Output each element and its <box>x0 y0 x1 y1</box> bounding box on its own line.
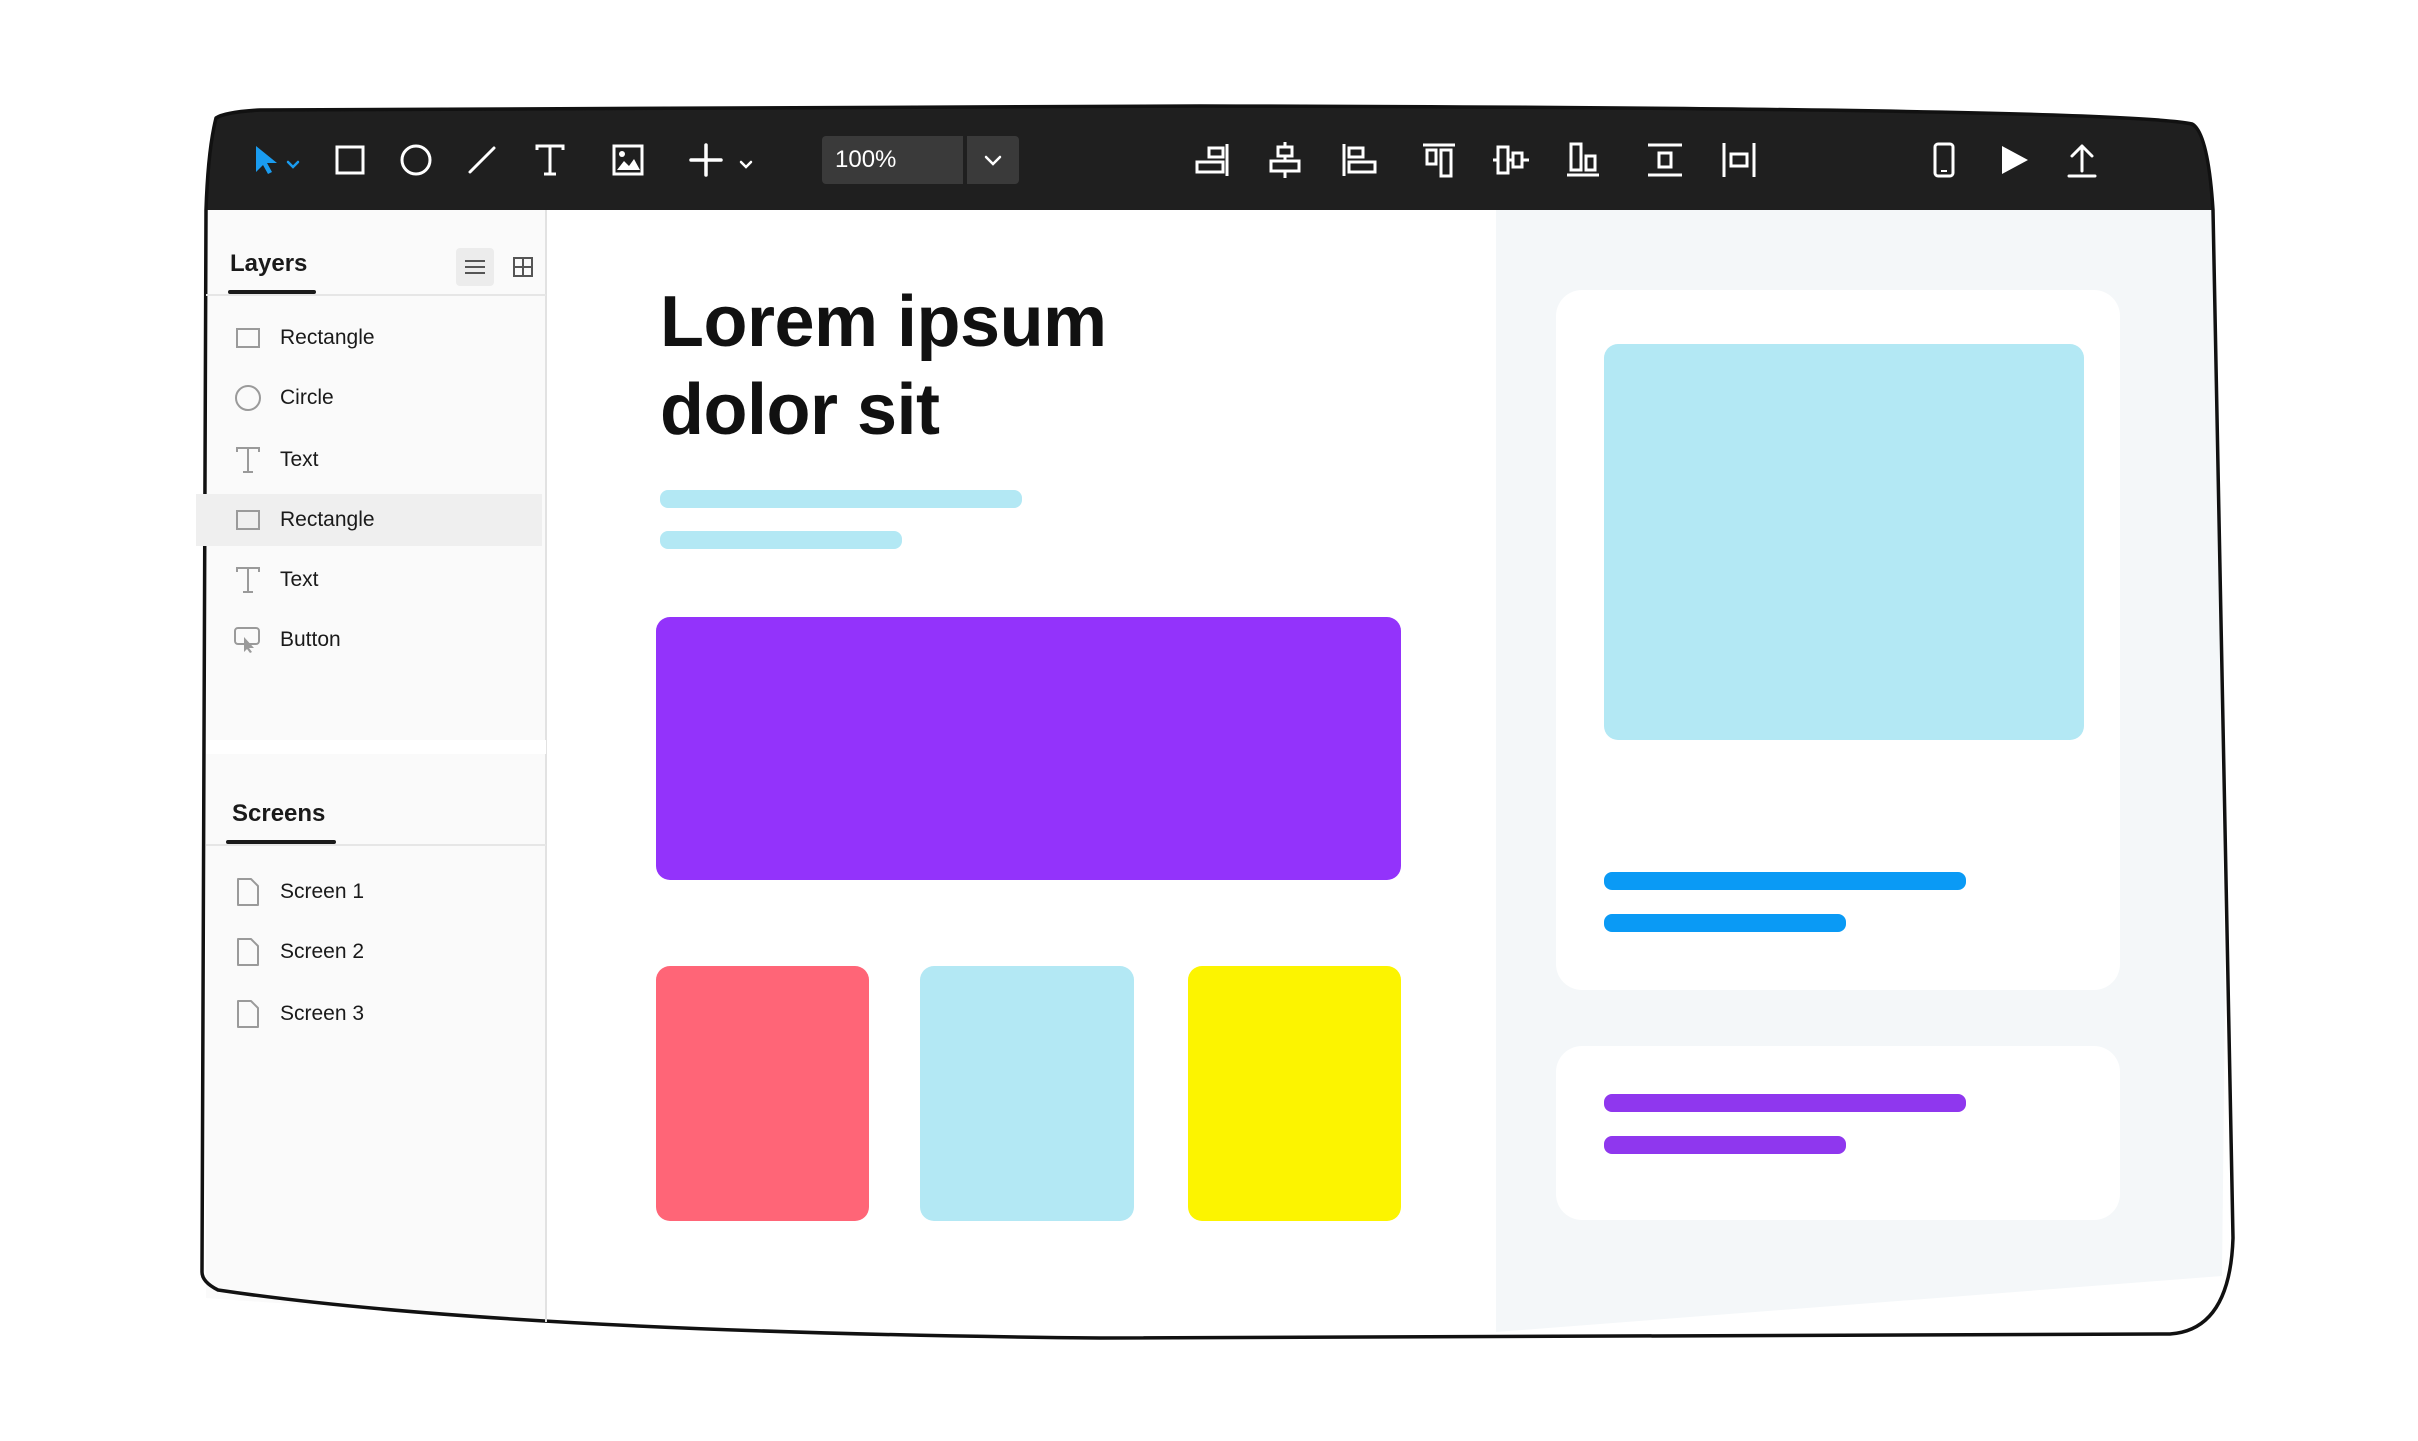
align-center-horizontal-button[interactable] <box>1262 132 1308 188</box>
align-top-icon <box>1423 143 1455 178</box>
chevron-down-icon <box>984 155 1002 166</box>
list-view-button[interactable] <box>456 248 494 286</box>
layer-label: Button <box>280 628 341 651</box>
square-icon <box>335 145 365 175</box>
mobile-preview-button[interactable] <box>1924 132 1964 188</box>
page-icon <box>232 936 264 968</box>
zoom-separator <box>963 136 967 184</box>
distribute-horizontal-button[interactable] <box>1716 132 1762 188</box>
layer-item-rectangle[interactable]: Rectangle <box>196 312 542 364</box>
yellow-card[interactable] <box>1188 966 1401 1221</box>
align-right-icon <box>1195 144 1229 176</box>
rectangle-tool-button[interactable] <box>328 132 372 188</box>
align-middle-vertical-icon <box>1493 145 1529 175</box>
upload-icon <box>2067 144 2097 178</box>
distribute-horizontal-icon <box>1722 143 1756 177</box>
layers-panel-title[interactable]: Layers <box>230 250 307 278</box>
preview-card-main[interactable] <box>1556 290 2120 990</box>
screens-divider <box>206 844 546 846</box>
align-center-horizontal-icon <box>1269 142 1301 178</box>
circle-icon <box>400 144 432 176</box>
align-left-icon <box>1342 144 1377 176</box>
screen-label: Screen 1 <box>280 880 365 903</box>
text-layer-icon <box>232 564 264 596</box>
align-bottom-icon <box>1567 142 1599 177</box>
text-t-icon <box>535 144 565 176</box>
layer-label: Text <box>280 568 319 591</box>
canvas-headline[interactable]: Lorem ipsum dolor sit <box>660 278 1107 454</box>
distribute-vertical-button[interactable] <box>1642 132 1688 188</box>
plus-icon <box>689 143 753 177</box>
coral-card[interactable] <box>656 966 869 1221</box>
mobile-preview-icon <box>1933 142 1955 178</box>
headline-line-1: Lorem ipsum <box>660 282 1107 362</box>
layer-label: Circle <box>280 386 334 409</box>
select-tool-button[interactable] <box>244 132 308 188</box>
preview-card-secondary[interactable] <box>1556 1046 2120 1220</box>
button-layer-icon <box>232 624 264 656</box>
light-blue-card[interactable] <box>920 966 1134 1221</box>
purple-rectangle[interactable] <box>656 617 1401 880</box>
image-icon <box>612 144 644 176</box>
align-left-button[interactable] <box>1336 132 1382 188</box>
preview-text-line <box>1604 1136 1846 1154</box>
screen-label: Screen 3 <box>280 1002 365 1025</box>
headline-line-2: dolor sit <box>660 370 940 450</box>
text-tool-button[interactable] <box>528 132 572 188</box>
layer-label: Text <box>280 448 319 471</box>
rectangle-layer-icon <box>232 504 264 536</box>
line-icon <box>468 146 496 174</box>
align-top-button[interactable] <box>1416 132 1462 188</box>
layer-item-text[interactable]: Text <box>196 434 542 486</box>
text-placeholder-line[interactable] <box>660 531 902 549</box>
layers-divider <box>206 294 546 296</box>
image-tool-button[interactable] <box>606 132 650 188</box>
page-icon <box>232 998 264 1030</box>
rectangle-layer-icon <box>232 322 264 354</box>
distribute-vertical-icon <box>1648 143 1682 177</box>
preview-text-line <box>1604 914 1846 932</box>
layer-item-text[interactable]: Text <box>196 554 542 606</box>
align-middle-vertical-button[interactable] <box>1488 132 1534 188</box>
preview-image-placeholder <box>1604 344 2084 740</box>
zoom-input[interactable]: 100% <box>822 136 964 184</box>
play-icon <box>2002 146 2028 174</box>
preview-text-line <box>1604 872 1966 890</box>
layer-label: Rectangle <box>280 326 375 349</box>
line-tool-button[interactable] <box>460 132 504 188</box>
play-button[interactable] <box>1992 132 2036 188</box>
grid-view-button[interactable] <box>504 248 542 286</box>
screen-item-2[interactable]: Screen 2 <box>196 926 542 978</box>
page-icon <box>232 876 264 908</box>
list-view-icon <box>465 260 485 274</box>
screen-item-3[interactable]: Screen 3 <box>196 988 542 1040</box>
screen-item-1[interactable]: Screen 1 <box>196 866 542 918</box>
cursor-arrow-icon <box>256 146 300 174</box>
preview-text-line <box>1604 1094 1966 1112</box>
layer-item-rectangle-selected[interactable]: Rectangle <box>196 494 542 546</box>
layer-item-circle[interactable]: Circle <box>196 372 542 424</box>
screen-label: Screen 2 <box>280 940 365 963</box>
panel-section-gap <box>206 740 546 754</box>
circle-layer-icon <box>232 382 264 414</box>
layer-label: Rectangle <box>280 508 375 531</box>
grid-view-icon <box>513 257 533 277</box>
zoom-dropdown-button[interactable] <box>967 136 1019 184</box>
text-placeholder-line[interactable] <box>660 490 1022 508</box>
screens-panel-title[interactable]: Screens <box>232 800 325 828</box>
align-bottom-button[interactable] <box>1560 132 1606 188</box>
align-right-button[interactable] <box>1190 132 1236 188</box>
text-layer-icon <box>232 444 264 476</box>
add-tool-button[interactable] <box>684 132 760 188</box>
upload-button[interactable] <box>2060 132 2104 188</box>
layer-item-button[interactable]: Button <box>196 614 542 666</box>
ellipse-tool-button[interactable] <box>394 132 438 188</box>
